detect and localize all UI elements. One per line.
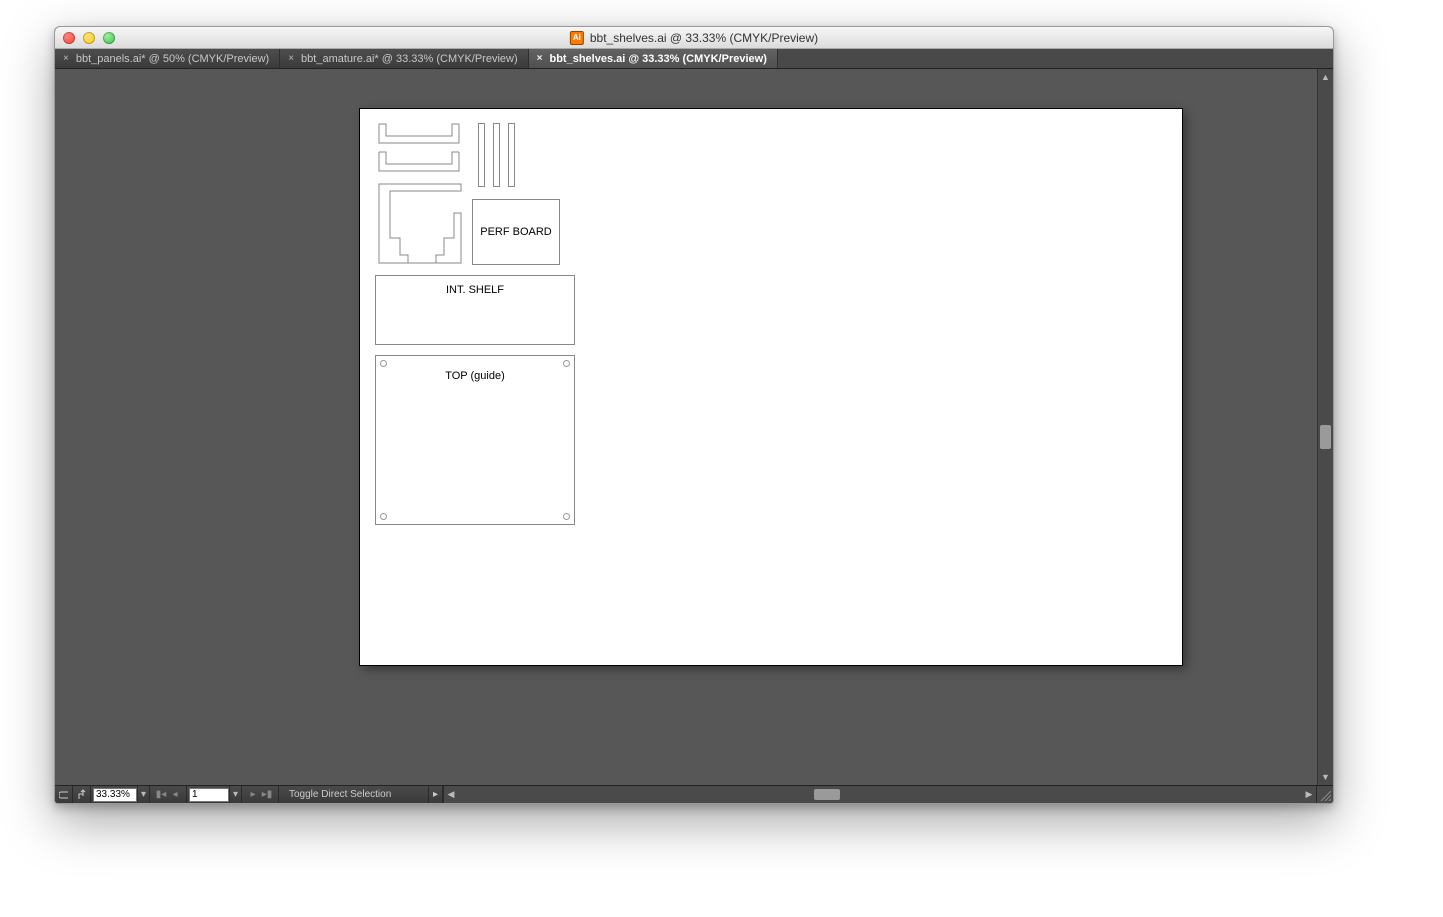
int-shelf-box[interactable]: INT. SHELF — [375, 275, 575, 345]
minimize-window-button[interactable] — [83, 32, 95, 44]
tab-label: bbt_shelves.ai @ 33.33% (CMYK/Preview) — [549, 53, 766, 65]
artboard[interactable]: PERF BOARD INT. SHELF TOP (guide) — [360, 109, 1182, 665]
corner-hole-icon — [380, 513, 387, 520]
enclosure-shape[interactable] — [378, 183, 462, 265]
document-area: PERF BOARD INT. SHELF TOP (guide) ▲ — [55, 69, 1333, 785]
next-artboard-icon[interactable]: ▸ — [246, 789, 260, 800]
resize-grip-icon[interactable] — [1317, 786, 1333, 803]
tab-bbt-amature[interactable]: × bbt_amature.ai* @ 33.33% (CMYK/Preview… — [280, 49, 528, 68]
artboard-nav-last: ▸ ▸▮ — [242, 786, 279, 803]
artboard-number-input[interactable] — [189, 788, 229, 802]
status-bar: ▾ ▮◂ ◂ ▾ ▸ ▸▮ Toggle Direct Selection ▸ … — [55, 785, 1333, 803]
tab-bbt-shelves[interactable]: × bbt_shelves.ai @ 33.33% (CMYK/Preview) — [529, 49, 778, 68]
bracket-shape-2[interactable] — [378, 151, 460, 175]
tab-label: bbt_amature.ai* @ 33.33% (CMYK/Preview) — [301, 53, 518, 65]
vertical-slat-3[interactable] — [508, 123, 515, 187]
horizontal-scrollbar[interactable]: ◀ ▶ — [443, 786, 1317, 803]
zoom-field-segment — [91, 786, 138, 803]
vertical-scroll-thumb[interactable] — [1320, 425, 1331, 449]
top-guide-label: TOP (guide) — [376, 370, 574, 382]
close-window-button[interactable] — [63, 32, 75, 44]
tool-hint-text: Toggle Direct Selection — [289, 789, 391, 800]
scroll-up-icon[interactable]: ▲ — [1318, 69, 1333, 85]
prev-artboard-icon[interactable]: ◂ — [168, 789, 182, 800]
vertical-slat-2[interactable] — [493, 123, 500, 187]
scroll-left-icon[interactable]: ◀ — [444, 786, 458, 803]
bracket-shape-1[interactable] — [378, 123, 460, 147]
scroll-right-icon[interactable]: ▶ — [1302, 786, 1316, 803]
zoom-dropdown-icon[interactable]: ▾ — [138, 786, 150, 803]
window-title-text: bbt_shelves.ai @ 33.33% (CMYK/Preview) — [590, 31, 818, 45]
corner-hole-icon — [563, 513, 570, 520]
corner-hole-icon — [380, 360, 387, 367]
artboard-dropdown-icon[interactable]: ▾ — [230, 786, 242, 803]
tool-hint: Toggle Direct Selection — [279, 786, 429, 803]
scroll-down-icon[interactable]: ▼ — [1318, 769, 1333, 785]
status-flyout-icon[interactable]: ▸ — [429, 786, 443, 803]
last-artboard-icon[interactable]: ▸▮ — [260, 789, 274, 800]
titlebar: Ai bbt_shelves.ai @ 33.33% (CMYK/Preview… — [55, 27, 1333, 49]
artboard-nav-first: ▮◂ ◂ — [150, 786, 187, 803]
gpu-preview-icon[interactable] — [55, 786, 73, 803]
close-icon[interactable]: × — [63, 53, 69, 64]
vertical-scrollbar[interactable]: ▲ ▼ — [1317, 69, 1333, 785]
share-icon[interactable] — [73, 786, 91, 803]
document-tabbar: × bbt_panels.ai* @ 50% (CMYK/Preview) × … — [55, 49, 1333, 69]
tab-bbt-panels[interactable]: × bbt_panels.ai* @ 50% (CMYK/Preview) — [55, 49, 280, 68]
zoom-input[interactable] — [93, 788, 137, 802]
perf-board-label: PERF BOARD — [480, 226, 552, 238]
perf-board-box[interactable]: PERF BOARD — [472, 199, 560, 265]
corner-hole-icon — [563, 360, 570, 367]
illustrator-file-icon: Ai — [570, 31, 584, 45]
vertical-scroll-track[interactable] — [1318, 85, 1333, 769]
vertical-slat-1[interactable] — [478, 123, 485, 187]
zoom-window-button[interactable] — [103, 32, 115, 44]
tab-label: bbt_panels.ai* @ 50% (CMYK/Preview) — [76, 53, 269, 65]
close-icon[interactable]: × — [537, 53, 543, 64]
int-shelf-label: INT. SHELF — [376, 284, 574, 296]
horizontal-scroll-thumb[interactable] — [814, 789, 840, 800]
app-window: Ai bbt_shelves.ai @ 33.33% (CMYK/Preview… — [54, 26, 1334, 804]
artboard-field-segment — [187, 786, 230, 803]
top-guide-box[interactable]: TOP (guide) — [375, 355, 575, 525]
window-controls — [55, 32, 115, 44]
window-title: Ai bbt_shelves.ai @ 33.33% (CMYK/Preview… — [570, 31, 818, 45]
close-icon[interactable]: × — [288, 53, 294, 64]
canvas[interactable]: PERF BOARD INT. SHELF TOP (guide) — [55, 69, 1317, 785]
first-artboard-icon[interactable]: ▮◂ — [154, 789, 168, 800]
